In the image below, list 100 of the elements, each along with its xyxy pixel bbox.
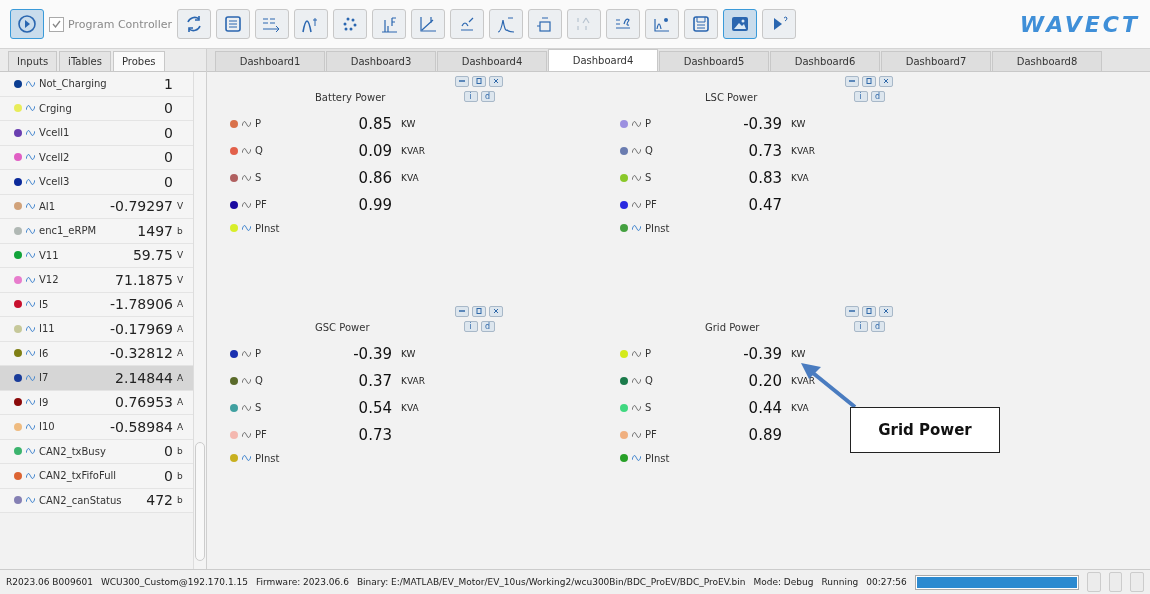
- vector-icon: [418, 14, 439, 34]
- status-text: 00:27:56: [866, 577, 907, 587]
- probe-unit: b: [177, 470, 184, 481]
- signal-unit: KVA: [401, 172, 419, 183]
- status-text: R2023.06 B009601: [6, 577, 93, 587]
- probe-value: 1497: [137, 222, 173, 239]
- probe-name: V12: [39, 274, 59, 286]
- info-button[interactable]: i: [463, 91, 478, 102]
- probe-name: CAN2_txFifoFull: [39, 470, 117, 482]
- signal-value: 0.37: [357, 371, 392, 390]
- minimize-button[interactable]: [845, 76, 859, 87]
- tab[interactable]: Dashboard1: [215, 51, 325, 71]
- toolbar-button[interactable]: [450, 9, 485, 39]
- panel-title: Battery Power: [315, 92, 387, 103]
- wave-icon: [26, 300, 35, 309]
- tab[interactable]: Inputs: [8, 51, 58, 71]
- tab[interactable]: Dashboard8: [992, 51, 1102, 71]
- toolbar-button[interactable]: [372, 9, 407, 39]
- close-button[interactable]: [489, 76, 503, 87]
- info-button[interactable]: d: [870, 321, 885, 332]
- probe-value: 0: [164, 100, 173, 117]
- probe-name: I6: [39, 347, 49, 359]
- probe-unit: A: [177, 323, 185, 334]
- toolbar-button[interactable]: [606, 9, 641, 39]
- probe-name: I11: [39, 323, 55, 335]
- tab[interactable]: iTables: [59, 51, 111, 71]
- toolbar-button[interactable]: [528, 9, 563, 39]
- minimize-button[interactable]: [845, 306, 859, 317]
- toolbar-button[interactable]: [333, 9, 368, 39]
- signal-name: Q: [255, 375, 264, 386]
- toolbar-button[interactable]: [411, 9, 446, 39]
- toolbar-button[interactable]: [723, 9, 758, 39]
- toolbar-button[interactable]: [294, 9, 329, 39]
- probe-unit: V: [177, 274, 185, 285]
- wave-icon: [26, 202, 35, 211]
- probe-unit: V: [177, 250, 185, 261]
- probe-name: Crging: [39, 102, 72, 114]
- toolbar-button[interactable]: [255, 9, 290, 39]
- probe-name: CAN2_txBusy: [39, 445, 106, 457]
- signal-value: -0.39: [352, 344, 392, 363]
- tab[interactable]: Dashboard7: [881, 51, 991, 71]
- signal-unit: KW: [401, 348, 416, 359]
- info-button[interactable]: d: [480, 91, 495, 102]
- maximize-button[interactable]: [472, 306, 486, 317]
- probe-unit: A: [177, 299, 185, 310]
- toolbar-button[interactable]: [645, 9, 680, 39]
- toolbar-button[interactable]: [684, 9, 719, 39]
- toolbar-button[interactable]: [216, 9, 251, 39]
- toolbar-button[interactable]: [10, 9, 44, 39]
- tab[interactable]: Dashboard4: [548, 49, 658, 71]
- probe-value: -1.78906: [110, 296, 173, 313]
- tab[interactable]: Dashboard5: [659, 51, 769, 71]
- info-button[interactable]: i: [853, 321, 868, 332]
- probe-unit: V: [177, 201, 185, 212]
- toolbar-button[interactable]: [177, 9, 212, 39]
- signal-value: 0.09: [357, 141, 392, 160]
- signal-value: 0.99: [357, 195, 392, 214]
- minimize-button[interactable]: [455, 306, 469, 317]
- signal-name: S: [255, 402, 263, 413]
- status-text: Running: [821, 577, 859, 587]
- wave-icon: [242, 454, 251, 462]
- probe-name: Vcell3: [39, 176, 70, 188]
- signal-unit: KVAR: [791, 375, 815, 386]
- info-button[interactable]: i: [463, 321, 478, 332]
- document-icon: [223, 14, 244, 34]
- probe-row[interactable]: I7 2.14844 A: [0, 366, 193, 391]
- close-button[interactable]: [879, 306, 893, 317]
- tab[interactable]: Dashboard4: [437, 51, 547, 71]
- probe-value: 2.14844: [115, 369, 173, 386]
- scrollbar[interactable]: [195, 442, 205, 561]
- info-button[interactable]: i: [853, 91, 868, 102]
- maximize-button[interactable]: [472, 76, 486, 87]
- wave-icon: [632, 430, 641, 439]
- wave-icon: [632, 349, 641, 358]
- bar-chart-icon: [379, 14, 400, 34]
- maximize-button[interactable]: [862, 306, 876, 317]
- signal-name: P: [645, 118, 653, 129]
- close-icon: [882, 308, 890, 314]
- toolbar-button[interactable]: [489, 9, 524, 39]
- wave-icon: [632, 224, 641, 232]
- wave-icon: [242, 349, 251, 358]
- close-button[interactable]: [489, 306, 503, 317]
- wave-icon: [26, 398, 35, 407]
- close-button[interactable]: [879, 76, 893, 87]
- wave-icon: [632, 454, 641, 462]
- tab[interactable]: Dashboard6: [770, 51, 880, 71]
- tab[interactable]: Dashboard3: [326, 51, 436, 71]
- wave-icon: [26, 422, 35, 431]
- signal-name: Q: [255, 145, 264, 156]
- info-button[interactable]: d: [480, 321, 495, 332]
- save-icon: [691, 14, 712, 34]
- status-text: Binary: E:/MATLAB/EV_Motor/EV_10us/Working2/wcu300Bin/BDC_ProEV/BDC_ProEV.bin: [356, 577, 746, 587]
- minimize-button[interactable]: [455, 76, 469, 87]
- maximize-icon: [865, 308, 873, 314]
- info-button[interactable]: d: [870, 91, 885, 102]
- tab[interactable]: Probes: [112, 51, 165, 71]
- maximize-button[interactable]: [862, 76, 876, 87]
- signal-name: P: [255, 348, 263, 359]
- minimize-icon: [458, 308, 466, 314]
- toolbar-button[interactable]: [762, 9, 797, 39]
